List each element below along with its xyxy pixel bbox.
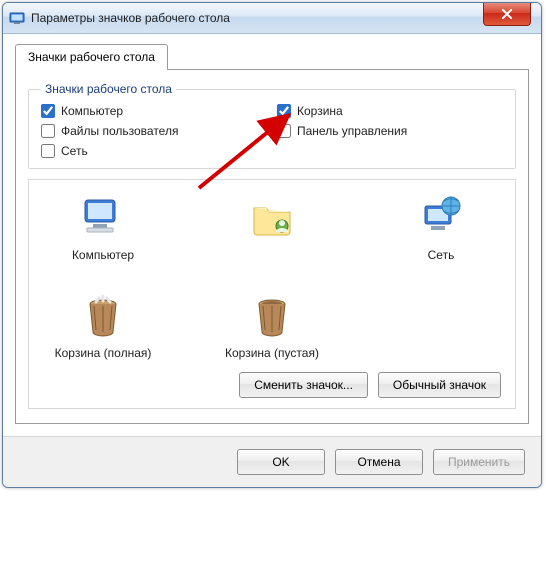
icon-buttons-row: Сменить значок... Обычный значок — [43, 372, 501, 398]
app-icon — [9, 10, 25, 26]
checkbox-label: Файлы пользователя — [61, 124, 178, 138]
icon-label: Сеть — [428, 248, 455, 262]
cancel-button[interactable]: Отмена — [335, 449, 423, 475]
checkbox-control-panel[interactable]: Панель управления — [277, 124, 503, 138]
checkbox-recycle-bin[interactable]: Корзина — [277, 104, 503, 118]
checkbox-label: Сеть — [61, 144, 88, 158]
checkbox-computer-input[interactable] — [41, 104, 55, 118]
icon-label: Корзина (полная) — [55, 346, 152, 360]
icon-label — [270, 248, 273, 262]
icon-item-computer[interactable]: Компьютер — [43, 194, 163, 262]
icon-item-recycle-full[interactable]: Корзина (полная) — [43, 292, 163, 360]
ok-button[interactable]: OK — [237, 449, 325, 475]
default-icon-button[interactable]: Обычный значок — [378, 372, 501, 398]
icon-item-network[interactable]: Сеть — [381, 194, 501, 262]
recycle-empty-icon — [248, 292, 296, 340]
client-area: Значки рабочего стола Значки рабочего ст… — [3, 34, 541, 436]
group-legend: Значки рабочего стола — [41, 82, 176, 96]
icon-label: Компьютер — [72, 248, 134, 262]
window-title: Параметры значков рабочего стола — [31, 11, 541, 25]
change-icon-button[interactable]: Сменить значок... — [239, 372, 368, 398]
icon-preview-box: Компьютер Сеть — [28, 179, 516, 409]
recycle-full-icon — [79, 292, 127, 340]
group-desktop-icons: Значки рабочего стола Компьютер Корзина … — [28, 82, 516, 169]
icon-item-users-folder[interactable] — [212, 194, 332, 262]
apply-button[interactable]: Применить — [433, 449, 525, 475]
icon-label: Корзина (пустая) — [225, 346, 319, 360]
checkbox-computer[interactable]: Компьютер — [41, 104, 267, 118]
folder-user-icon — [248, 194, 296, 242]
checkbox-user-files[interactable]: Файлы пользователя — [41, 124, 267, 138]
checkbox-network-input[interactable] — [41, 144, 55, 158]
computer-icon — [79, 194, 127, 242]
close-button[interactable] — [483, 3, 531, 26]
checkbox-control-panel-input[interactable] — [277, 124, 291, 138]
checkbox-label: Панель управления — [297, 124, 407, 138]
dialog-footer: OK Отмена Применить — [3, 436, 541, 487]
checkbox-recycle-bin-input[interactable] — [277, 104, 291, 118]
network-icon — [417, 194, 465, 242]
icon-item-recycle-empty[interactable]: Корзина (пустая) — [212, 292, 332, 360]
checkbox-label: Корзина — [297, 104, 343, 118]
tab-panel: Значки рабочего стола Компьютер Корзина … — [15, 69, 529, 424]
tab-desktop-icons[interactable]: Значки рабочего стола — [15, 44, 168, 70]
checkbox-network[interactable]: Сеть — [41, 144, 267, 158]
checkbox-label: Компьютер — [61, 104, 123, 118]
icon-grid: Компьютер Сеть — [43, 194, 501, 360]
titlebar: Параметры значков рабочего стола — [3, 3, 541, 34]
checkbox-grid: Компьютер Корзина Файлы пользователя Пан… — [41, 104, 503, 158]
checkbox-user-files-input[interactable] — [41, 124, 55, 138]
tabstrip: Значки рабочего стола — [15, 44, 529, 69]
dialog-window: Параметры значков рабочего стола Значки … — [2, 2, 542, 488]
